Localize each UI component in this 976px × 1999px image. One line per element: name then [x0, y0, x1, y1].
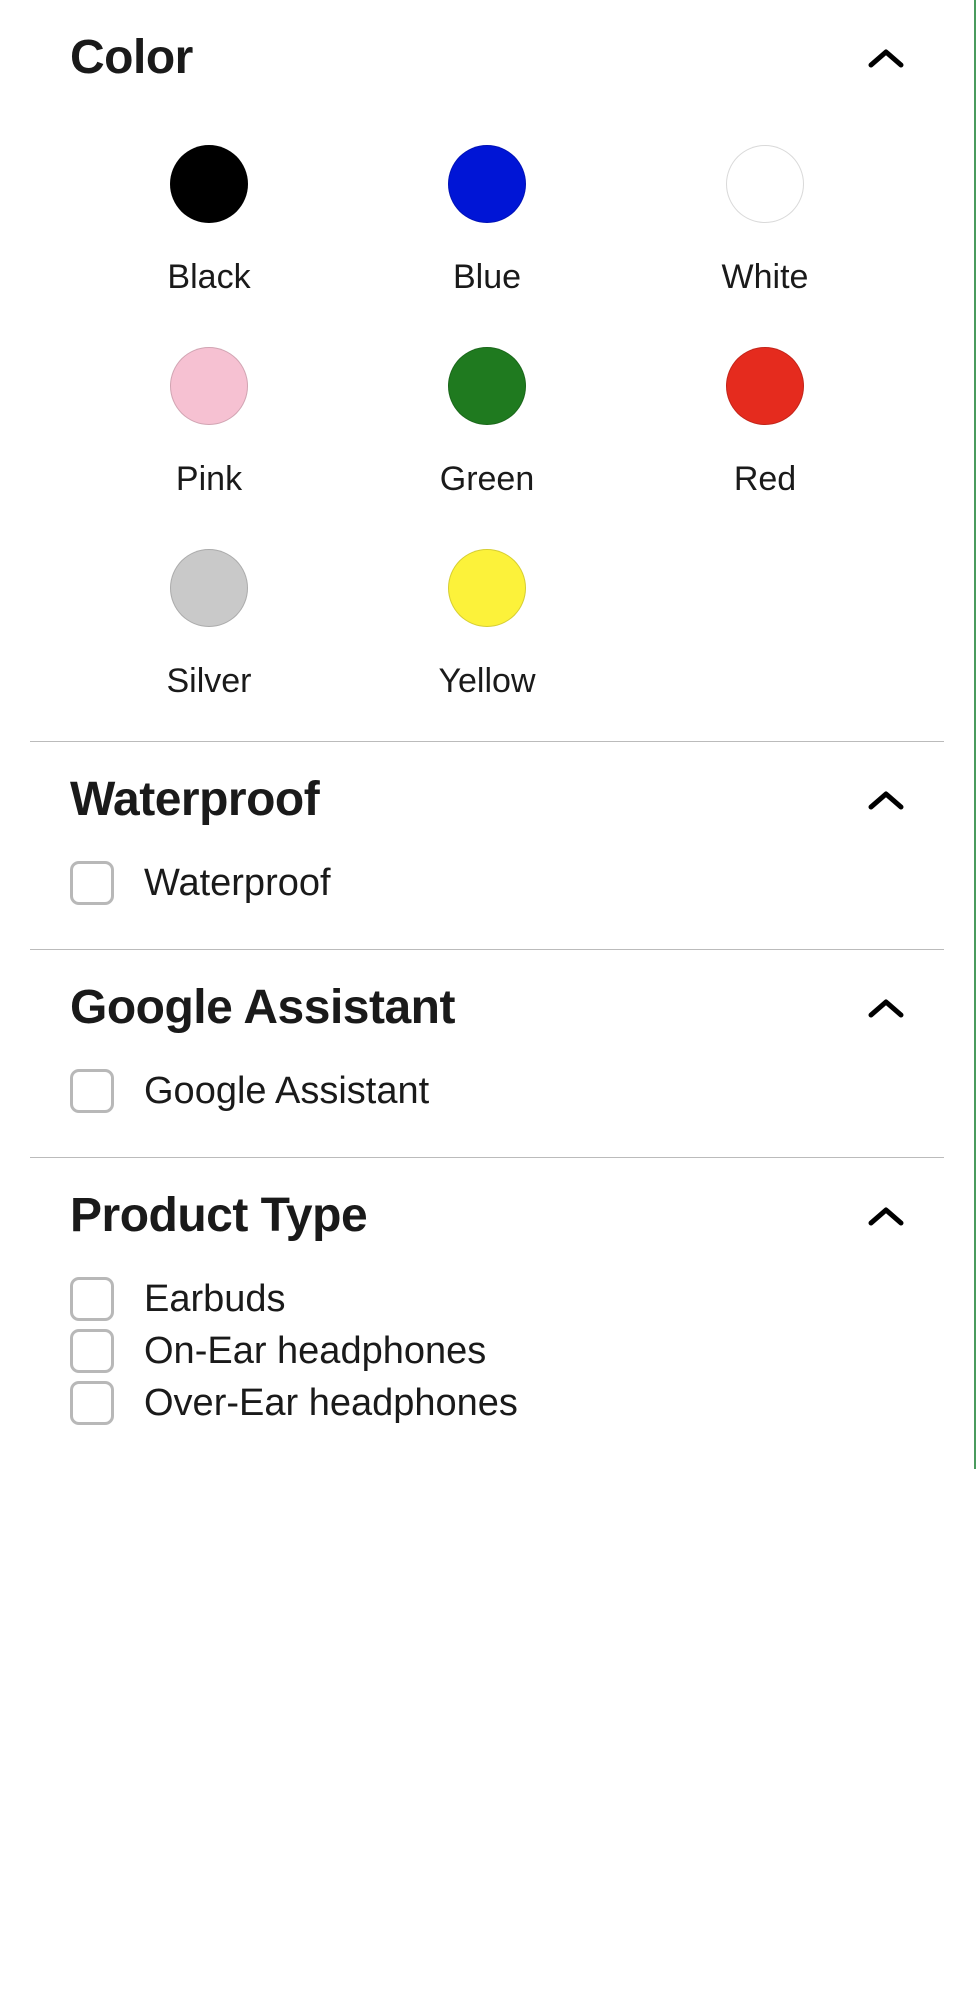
color-option-pink[interactable]: Pink — [90, 347, 328, 499]
color-swatch — [170, 549, 248, 627]
color-option-yellow[interactable]: Yellow — [368, 549, 606, 701]
color-label: Pink — [176, 460, 242, 499]
chevron-up-icon — [868, 990, 904, 1026]
color-option-blue[interactable]: Blue — [368, 145, 606, 297]
checkbox-row-waterproof[interactable]: Waterproof — [70, 857, 904, 909]
color-option-white[interactable]: White — [646, 145, 884, 297]
filter-section-waterproof: Waterproof Waterproof — [0, 742, 974, 949]
section-title-color: Color — [70, 30, 193, 85]
section-title-product-type: Product Type — [70, 1188, 367, 1243]
section-header-product-type[interactable]: Product Type — [70, 1188, 904, 1243]
color-label: Silver — [166, 662, 251, 701]
color-label: Red — [734, 460, 796, 499]
color-label: White — [722, 258, 809, 297]
checkbox-input[interactable] — [70, 1329, 114, 1373]
color-swatch — [448, 347, 526, 425]
chevron-up-icon — [868, 782, 904, 818]
checkbox-row-google-assistant[interactable]: Google Assistant — [70, 1065, 904, 1117]
color-label: Black — [167, 258, 250, 297]
checkbox-input[interactable] — [70, 1277, 114, 1321]
checkbox-row-on-ear[interactable]: On-Ear headphones — [70, 1325, 904, 1377]
color-option-red[interactable]: Red — [646, 347, 884, 499]
section-title-waterproof: Waterproof — [70, 772, 319, 827]
checkbox-label: Earbuds — [144, 1278, 286, 1321]
section-title-google-assistant: Google Assistant — [70, 980, 455, 1035]
checkbox-list-product-type: Earbuds On-Ear headphones Over-Ear headp… — [70, 1273, 904, 1429]
checkbox-label: On-Ear headphones — [144, 1330, 486, 1373]
checkbox-label: Over-Ear headphones — [144, 1382, 518, 1425]
chevron-up-icon — [868, 1198, 904, 1234]
color-swatch — [170, 347, 248, 425]
checkbox-input[interactable] — [70, 1381, 114, 1425]
checkbox-label: Google Assistant — [144, 1070, 429, 1113]
section-header-waterproof[interactable]: Waterproof — [70, 772, 904, 827]
checkbox-input[interactable] — [70, 861, 114, 905]
color-swatch — [726, 347, 804, 425]
color-swatch — [170, 145, 248, 223]
color-option-silver[interactable]: Silver — [90, 549, 328, 701]
filter-section-color: Color Black Blue White Pink Green Red — [0, 0, 974, 741]
checkbox-row-over-ear[interactable]: Over-Ear headphones — [70, 1377, 904, 1429]
section-header-google-assistant[interactable]: Google Assistant — [70, 980, 904, 1035]
checkbox-row-earbuds[interactable]: Earbuds — [70, 1273, 904, 1325]
chevron-up-icon — [868, 40, 904, 76]
checkbox-list-google-assistant: Google Assistant — [70, 1065, 904, 1117]
section-header-color[interactable]: Color — [70, 30, 904, 85]
color-swatch — [448, 549, 526, 627]
checkbox-label: Waterproof — [144, 862, 331, 905]
checkbox-input[interactable] — [70, 1069, 114, 1113]
color-swatch — [726, 145, 804, 223]
color-label: Green — [440, 460, 535, 499]
checkbox-list-waterproof: Waterproof — [70, 857, 904, 909]
color-swatch — [448, 145, 526, 223]
color-label: Blue — [453, 258, 521, 297]
color-label: Yellow — [438, 662, 535, 701]
filter-section-google-assistant: Google Assistant Google Assistant — [0, 950, 974, 1157]
color-option-black[interactable]: Black — [90, 145, 328, 297]
color-grid: Black Blue White Pink Green Red Silver — [70, 145, 904, 701]
filter-section-product-type: Product Type Earbuds On-Ear headphones O… — [0, 1158, 974, 1469]
color-option-green[interactable]: Green — [368, 347, 606, 499]
